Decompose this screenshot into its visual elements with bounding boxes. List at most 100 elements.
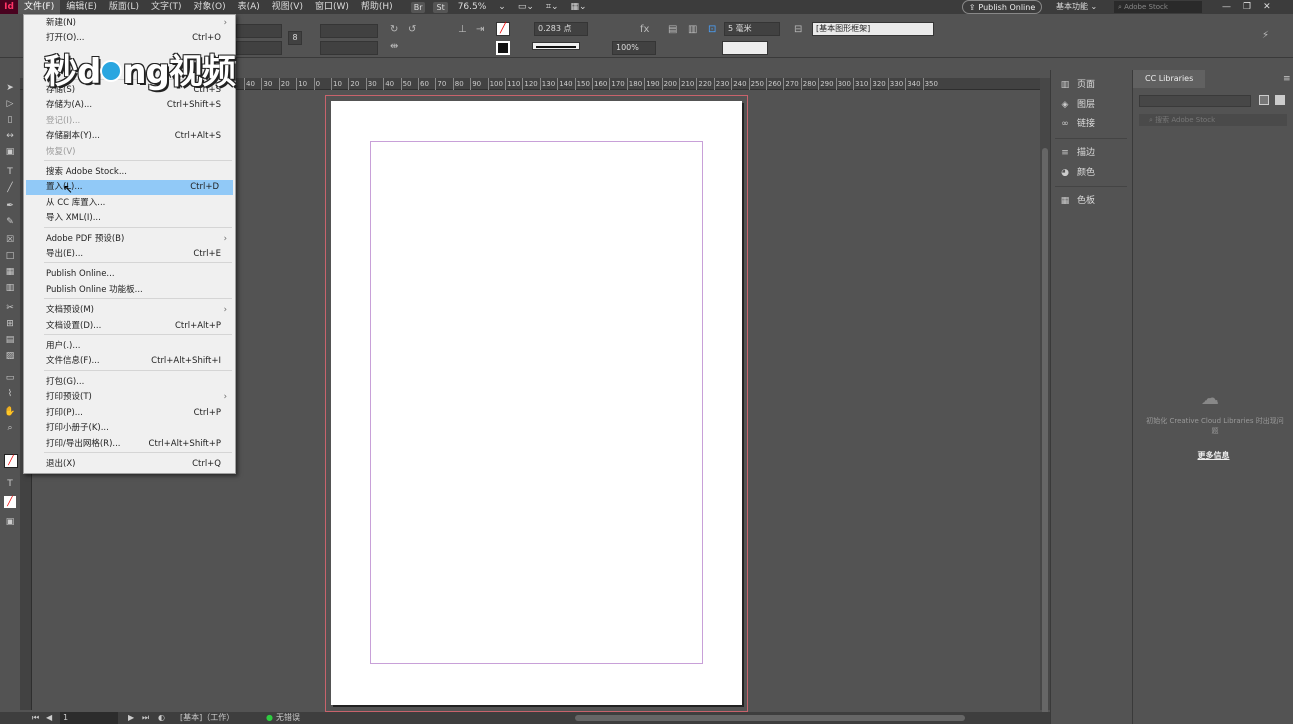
opacity-field[interactable]: 100% <box>612 41 656 55</box>
view-options-icon[interactable]: ▭⌄ <box>512 0 540 14</box>
menu-file[interactable]: 文件(F) <box>18 0 61 14</box>
fitting-field[interactable] <box>722 41 768 55</box>
rectangle-frame-tool-icon[interactable]: ☒ <box>4 234 16 246</box>
minimize-icon[interactable]: — <box>1222 0 1231 14</box>
hand-tool-icon[interactable]: ✋ <box>4 406 16 418</box>
file-menu-item[interactable]: Publish Online... <box>24 267 235 282</box>
vertical-scrollbar[interactable] <box>1040 78 1050 718</box>
free-transform-tool-icon[interactable]: ⊞ <box>4 318 16 330</box>
width-field[interactable] <box>320 24 378 38</box>
menu-edit[interactable]: 编辑(E) <box>60 0 103 14</box>
menu-table[interactable]: 表(A) <box>232 0 266 14</box>
file-menu-item[interactable]: 打印/导出网格(R)... Ctrl+Alt+Shift+P <box>24 437 235 452</box>
close-icon[interactable]: ✕ <box>1263 0 1271 14</box>
stroke-swatch-icon[interactable] <box>496 41 510 55</box>
screen-mode-icon[interactable]: ⌗⌄ <box>540 0 565 14</box>
menu-view[interactable]: 视图(V) <box>266 0 309 14</box>
chevron-down-icon[interactable]: ⌄ <box>492 0 512 14</box>
file-menu-item[interactable]: 打印预设(T) › <box>24 390 235 405</box>
file-menu-item[interactable]: 文件信息(F)... Ctrl+Alt+Shift+I <box>24 354 235 369</box>
screen-mode-normal-icon[interactable]: ▣ <box>4 516 16 528</box>
prev-page-icon[interactable]: ◀ <box>46 712 52 724</box>
file-menu-item[interactable]: 文档设置(D)... Ctrl+Alt+P <box>24 319 235 334</box>
line-tool-icon[interactable]: ╱ <box>4 182 16 194</box>
file-menu-item[interactable]: Adobe PDF 预设(B) › <box>24 232 235 247</box>
type-tool-icon[interactable]: T <box>4 166 16 178</box>
x-position-field[interactable] <box>236 24 282 38</box>
master-label[interactable]: [基本]（工作） <box>180 712 234 724</box>
align-center-icon[interactable]: ⊥ <box>458 24 467 36</box>
scissors-tool-icon[interactable]: ✂ <box>4 302 16 314</box>
file-menu-item[interactable]: 从 CC 库置入... <box>24 196 235 211</box>
menu-layout[interactable]: 版面(L) <box>103 0 145 14</box>
bridge-button[interactable]: Br <box>410 1 426 13</box>
text-wrap-icon[interactable]: ▤ <box>668 24 677 36</box>
gap-tool-icon[interactable]: ↔ <box>4 130 16 142</box>
selection-tool-icon[interactable]: ➤ <box>4 82 16 94</box>
content-collector-icon[interactable]: ▣ <box>4 146 16 158</box>
rectangle-tool-icon[interactable]: □ <box>4 250 16 262</box>
fx-icon[interactable]: fx <box>640 24 649 36</box>
reference-point-field[interactable]: 8 <box>288 31 302 45</box>
first-page-icon[interactable]: ⏮ <box>32 712 39 724</box>
more-info-link[interactable]: 更多信息 <box>1133 450 1293 461</box>
page-view-icon[interactable]: ◐ <box>158 712 165 724</box>
list-view-icon[interactable] <box>1275 95 1285 105</box>
grid-view-icon[interactable] <box>1259 95 1269 105</box>
eyedropper-tool-icon[interactable]: ⌇ <box>4 388 16 400</box>
publish-online-button[interactable]: ⇪ Publish Online <box>962 0 1042 14</box>
file-menu-item[interactable]: 打包(G)... <box>24 375 235 390</box>
stroke-weight-field[interactable]: 0.283 点 <box>534 22 588 36</box>
library-select[interactable] <box>1139 95 1251 107</box>
rotate-icon[interactable]: ↻ <box>390 24 398 36</box>
cc-libraries-tab[interactable]: CC Libraries <box>1133 70 1205 88</box>
menu-type[interactable]: 文字(T) <box>145 0 188 14</box>
height-field[interactable] <box>320 41 378 55</box>
file-menu-item[interactable]: 导入 XML(I)... <box>24 211 235 226</box>
file-menu-item[interactable]: 退出(X) Ctrl+Q <box>24 457 235 472</box>
zoom-tool-icon[interactable]: ⌕ <box>4 422 16 434</box>
last-page-icon[interactable]: ⏭ <box>142 712 149 724</box>
file-menu-item[interactable]: 导出(E)... Ctrl+E <box>24 247 235 262</box>
panel-color[interactable]: ◕ 颜色 <box>1059 166 1095 180</box>
page-number-field[interactable]: 1 <box>60 712 118 724</box>
apply-none-icon[interactable]: ╱ <box>4 496 16 508</box>
file-menu-item[interactable]: 存储为(A)... Ctrl+Shift+S <box>24 98 235 113</box>
zoom-level[interactable]: 76.5% <box>452 0 493 14</box>
fill-none-icon[interactable]: ╱ <box>496 22 510 36</box>
flip-horizontal-icon[interactable]: ⇹ <box>390 41 398 53</box>
preflight-status[interactable]: 无错误 <box>276 712 300 724</box>
panel-links[interactable]: ∞ 链接 <box>1059 117 1095 131</box>
grid-tool-icon[interactable]: ▥ <box>4 282 16 294</box>
file-menu-item[interactable]: 文档预设(M) › <box>24 303 235 318</box>
object-style-select[interactable]: [基本图形框架] <box>812 22 934 36</box>
arrange-documents-icon[interactable]: ▦⌄ <box>565 0 593 14</box>
panel-pages[interactable]: ▥ 页面 <box>1059 78 1095 92</box>
pencil-tool-icon[interactable]: ✎ <box>4 216 16 228</box>
file-menu-item[interactable]: Publish Online 功能板... <box>24 283 235 298</box>
cc-search-input[interactable]: ⌕ 搜索 Adobe Stock <box>1139 114 1287 126</box>
auto-fit-icon[interactable]: ⊡ <box>708 24 716 36</box>
panel-menu-icon[interactable]: ≡ <box>1283 74 1291 84</box>
shear-icon[interactable]: ↺ <box>408 24 416 36</box>
menu-help[interactable]: 帮助(H) <box>355 0 399 14</box>
direct-selection-tool-icon[interactable]: ▷ <box>4 98 16 110</box>
fill-stroke-swatch-icon[interactable]: ╱ <box>4 454 18 468</box>
file-menu-item[interactable]: 搜索 Adobe Stock... <box>24 165 235 180</box>
distribute-icon[interactable]: ⇥ <box>476 24 484 36</box>
pen-tool-icon[interactable]: ✒ <box>4 200 16 212</box>
file-menu-item[interactable]: 置入(L)... Ctrl+D <box>26 180 233 195</box>
file-menu-item[interactable]: 新建(N) › <box>24 16 235 31</box>
stock-search-input[interactable]: ⌕ Adobe Stock <box>1114 1 1202 13</box>
restore-icon[interactable]: ❐ <box>1243 0 1251 14</box>
table-tool-icon[interactable]: ▦ <box>4 266 16 278</box>
panel-layers[interactable]: ◈ 图层 <box>1059 98 1095 112</box>
gradient-feather-tool-icon[interactable]: ▨ <box>4 350 16 362</box>
note-tool-icon[interactable]: ▭ <box>4 372 16 384</box>
quick-apply-icon[interactable]: ⚡ <box>1262 30 1269 42</box>
formatting-affects-container-icon[interactable]: T <box>4 478 16 490</box>
file-menu-item[interactable]: 存储副本(Y)... Ctrl+Alt+S <box>24 129 235 144</box>
file-menu-item[interactable]: 打印小册子(K)... <box>24 421 235 436</box>
gradient-tool-icon[interactable]: ▤ <box>4 334 16 346</box>
horizontal-scroll-thumb[interactable] <box>575 715 965 721</box>
